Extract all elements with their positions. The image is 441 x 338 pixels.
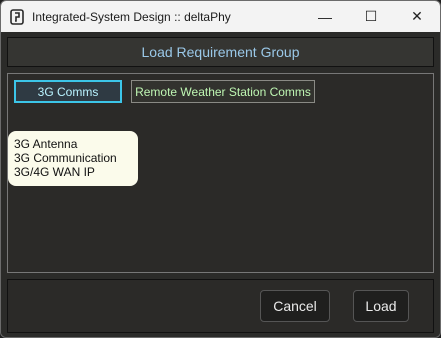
window-title: Integrated-System Design :: deltaPhy [32, 9, 231, 24]
maximize-icon: ☐ [364, 8, 378, 24]
tab-3g-comms[interactable]: 3G Comms [14, 80, 122, 103]
app-window: Integrated-System Design :: deltaPhy — ☐… [0, 0, 441, 338]
list-item[interactable]: 3G Antenna [14, 137, 132, 151]
list-item[interactable]: 3G/4G WAN IP [14, 165, 132, 179]
dialog-content: Load Requirement Group 3G Comms Remote W… [1, 32, 440, 337]
load-button[interactable]: Load [353, 290, 409, 322]
minimize-button[interactable]: — [302, 1, 348, 32]
list-item[interactable]: 3G Communication [14, 151, 132, 165]
dialog-title: Load Requirement Group [141, 44, 300, 60]
title-bar[interactable]: Integrated-System Design :: deltaPhy — ☐… [1, 1, 440, 32]
requirement-group-panel: 3G Comms Remote Weather Station Comms 3G… [7, 73, 434, 273]
maximize-button[interactable]: ☐ [348, 1, 394, 32]
header-panel: Load Requirement Group [7, 37, 434, 67]
close-icon: ✕ [411, 8, 423, 24]
close-button[interactable]: ✕ [394, 1, 440, 32]
minimize-icon: — [318, 8, 332, 25]
cancel-button[interactable]: Cancel [260, 290, 330, 322]
requirement-list: 3G Antenna 3G Communication 3G/4G WAN IP [8, 131, 138, 186]
tab-remote-weather-station-comms[interactable]: Remote Weather Station Comms [131, 80, 315, 103]
app-icon [9, 8, 25, 25]
button-panel: Cancel Load [7, 279, 434, 333]
